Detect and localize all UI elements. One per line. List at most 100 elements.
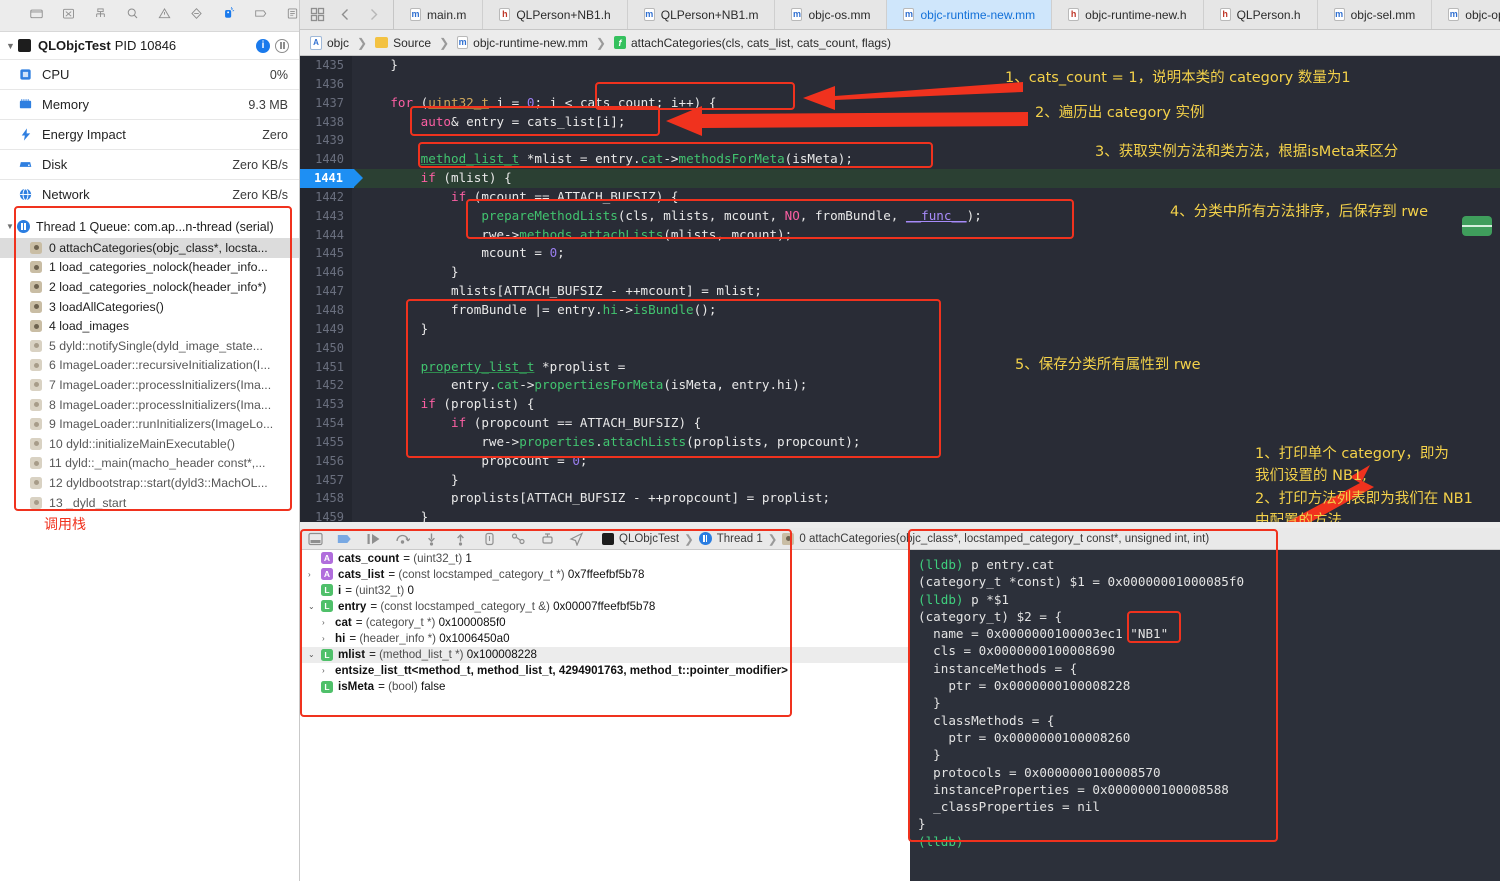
debug-icon[interactable]: [222, 7, 235, 24]
stack-frame-row[interactable]: 7 ImageLoader::processInitializers(Ima..…: [0, 375, 299, 395]
console-output[interactable]: (lldb) p entry.cat (category_t *const) $1…: [910, 550, 1500, 881]
hide-console-icon[interactable]: [308, 532, 323, 546]
report-icon[interactable]: [286, 7, 299, 24]
stack-frame-row[interactable]: 4 load_images: [0, 316, 299, 336]
step-over-icon[interactable]: [395, 532, 411, 546]
gauge-row-disk[interactable]: Disk Zero KB/s: [0, 149, 299, 179]
continue-icon[interactable]: [366, 532, 381, 546]
folder-icon[interactable]: [30, 7, 43, 24]
stack-frame-pill-icon[interactable]: [1462, 216, 1492, 236]
tab-qlperson-nb1-h[interactable]: h QLPerson+NB1.h: [483, 0, 628, 29]
code-line[interactable]: 1454 if (propcount == ATTACH_BUFSIZ) {: [300, 414, 1500, 433]
variable-row[interactable]: Li = (uint32_t) 0: [300, 582, 910, 598]
breadcrumb-symbol[interactable]: f attachCategories(cls, cats_list, cats_…: [613, 36, 891, 50]
tab-objc-os-mm[interactable]: m objc-os.mm: [775, 0, 888, 29]
variable-row[interactable]: ⌄ Lentry = (const locstamped_category_t &)…: [300, 598, 910, 614]
variable-row[interactable]: › entsize_list_tt<method_t, method_list_t…: [300, 663, 910, 679]
code-line[interactable]: 1453 if (proplist) {: [300, 395, 1500, 414]
tab-qlperson-nb1-m[interactable]: m QLPerson+NB1.m: [628, 0, 776, 29]
code-line[interactable]: 1452 entry.cat->propertiesForMeta(isMeta…: [300, 376, 1500, 395]
stack-frame-row[interactable]: 13 _dyld_start: [0, 493, 299, 513]
disclosure-icon[interactable]: ›: [322, 634, 335, 643]
grid-view-icon[interactable]: [310, 7, 325, 22]
step-out-icon[interactable]: [453, 532, 468, 546]
warning-icon[interactable]: [158, 7, 171, 24]
stack-frame-row[interactable]: 6 ImageLoader::recursiveInitialization(I…: [0, 356, 299, 376]
gauge-row-energy[interactable]: Energy Impact Zero: [0, 119, 299, 149]
disclosure-icon[interactable]: ⌄: [308, 650, 321, 659]
stack-frame-row[interactable]: 9 ImageLoader::runInitializers(ImageLo..…: [0, 414, 299, 434]
variables-view[interactable]: Acats_count = (uint32_t) 1 › Acats_list = (c…: [300, 550, 910, 881]
deactivate-breakpoints-icon[interactable]: [337, 532, 352, 546]
variable-row[interactable]: › cat = (category_t *) 0x1000085f0: [300, 614, 910, 630]
code-line[interactable]: 1444 rwe->methods.attachLists(mlists, mc…: [300, 226, 1500, 245]
disclosure-icon[interactable]: ›: [308, 570, 321, 579]
stack-frame-row[interactable]: 3 loadAllCategories(): [0, 297, 299, 317]
info-icon[interactable]: i: [256, 38, 270, 53]
tab-main-m[interactable]: m main.m: [394, 0, 484, 29]
step-into-icon[interactable]: [424, 532, 439, 546]
stack-frame-label: 9 ImageLoader::runInitializers(ImageLo..…: [49, 417, 274, 432]
debug-crumb-frame[interactable]: 0 attachCategories(objc_class*, locstamp…: [799, 533, 1209, 545]
process-row[interactable]: ▼ QLObjcTest PID 10846 i: [0, 32, 299, 59]
disclosure-icon[interactable]: ▼: [6, 41, 18, 51]
issue-icon[interactable]: [62, 7, 75, 24]
variable-row[interactable]: › hi = (header_info *) 0x1006450a0: [300, 630, 910, 646]
stack-frame-row[interactable]: 2 load_categories_nolock(header_info*): [0, 277, 299, 297]
code-line[interactable]: 1446 }: [300, 263, 1500, 282]
code-line[interactable]: 1450: [300, 339, 1500, 358]
stack-frame-row[interactable]: 1 load_categories_nolock(header_info...: [0, 258, 299, 278]
debug-crumb-process[interactable]: QLObjcTest: [619, 533, 679, 545]
source-editor[interactable]: 1435 } 1436 1437 for (uint32_t i = 0; i < …: [300, 56, 1500, 522]
tab-objc-sel-mm[interactable]: m objc-sel.mm: [1318, 0, 1433, 29]
code-line[interactable]: 1438 auto& entry = cats_list[i];: [300, 113, 1500, 132]
stack-frame-row[interactable]: 10 dyld::initializeMainExecutable(): [0, 434, 299, 454]
pause-icon[interactable]: [275, 38, 289, 53]
breadcrumb-folder[interactable]: Source: [375, 36, 431, 50]
console-text: instanceProperties = 0x0000000100008588: [918, 781, 1229, 797]
back-chevron-icon[interactable]: [338, 7, 353, 22]
tab-objc-opt-mm[interactable]: m objc-opt.mm: [1432, 0, 1500, 29]
code-line[interactable]: 1445 mcount = 0;: [300, 244, 1500, 263]
thread-row[interactable]: ▼ Thread 1 Queue: com.ap...n-thread (ser…: [0, 215, 299, 238]
code-line[interactable]: 1447 mlists[ATTACH_BUFSIZ - ++mcount] = …: [300, 282, 1500, 301]
tab-qlperson-h[interactable]: h QLPerson.h: [1204, 0, 1318, 29]
disclosure-icon[interactable]: ⌄: [308, 602, 321, 611]
variable-row[interactable]: LisMeta = (bool) false: [300, 679, 910, 695]
simulate-location-icon[interactable]: [482, 532, 497, 546]
gauge-row-network[interactable]: Network Zero KB/s: [0, 179, 299, 209]
search-icon[interactable]: [126, 7, 139, 24]
stack-frame-row[interactable]: 11 dyld::_main(macho_header const*,...: [0, 454, 299, 474]
breadcrumb-file[interactable]: m objc-runtime-new.mm: [457, 36, 588, 50]
code-line[interactable]: 1449 }: [300, 320, 1500, 339]
variable-row[interactable]: › Acats_list = (const locstamped_category_…: [300, 566, 910, 582]
code-line-current[interactable]: 1441 if (mlist) {: [300, 169, 1500, 188]
disclosure-icon[interactable]: ›: [322, 666, 335, 675]
breadcrumb-project[interactable]: A objc: [310, 35, 349, 50]
stack-frame-row[interactable]: 0 attachCategories(objc_class*, locsta..…: [0, 238, 299, 258]
navigate-icon[interactable]: [569, 531, 584, 547]
code-line[interactable]: 1451 property_list_t *proplist =: [300, 358, 1500, 377]
stack-frame-row[interactable]: 5 dyld::notifySingle(dyld_image_state...: [0, 336, 299, 356]
variable-row[interactable]: ⌄ Lmlist = (method_list_t *) 0x100008228: [300, 646, 910, 663]
view-hierarchy-icon[interactable]: [511, 532, 526, 546]
file-m-icon: m: [791, 8, 803, 21]
disclosure-icon[interactable]: ▼: [6, 222, 17, 231]
tab-list: m main.m h QLPerson+NB1.h m QLPerson+NB1.m m ob…: [394, 0, 1500, 29]
disclosure-icon[interactable]: ›: [322, 618, 335, 627]
gauge-row-cpu[interactable]: CPU 0%: [0, 59, 299, 89]
code-line[interactable]: 1437 for (uint32_t i = 0; i < cats_count…: [300, 94, 1500, 113]
gauge-row-memory[interactable]: Memory 9.3 MB: [0, 89, 299, 119]
memory-graph-icon[interactable]: [540, 532, 555, 546]
variable-row[interactable]: Acats_count = (uint32_t) 1: [300, 550, 910, 566]
forward-chevron-icon[interactable]: [366, 7, 381, 22]
tab-objc-runtime-new-h[interactable]: h objc-runtime-new.h: [1052, 0, 1204, 29]
breakpoint-icon[interactable]: [254, 7, 267, 24]
tab-objc-runtime-new-mm[interactable]: m objc-runtime-new.mm: [887, 0, 1053, 29]
stack-frame-row[interactable]: 8 ImageLoader::processInitializers(Ima..…: [0, 395, 299, 415]
debug-crumb-thread[interactable]: Thread 1: [717, 533, 763, 545]
hierarchy-icon[interactable]: [94, 7, 107, 24]
test-icon[interactable]: [190, 7, 203, 24]
code-line[interactable]: 1448 fromBundle |= entry.hi->isBundle();: [300, 301, 1500, 320]
stack-frame-row[interactable]: 12 dyldbootstrap::start(dyld3::MachOL...: [0, 473, 299, 493]
